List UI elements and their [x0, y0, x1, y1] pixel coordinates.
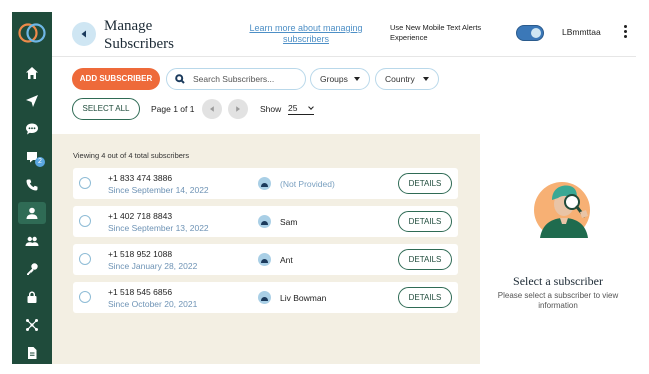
document-icon [28, 347, 37, 359]
subscriber-phone: +1 402 718 8843 [108, 211, 173, 221]
users-icon [25, 236, 39, 246]
chevron-right-icon [236, 106, 240, 112]
groups-dropdown-label: Groups [320, 74, 348, 84]
subscriber-name: (Not Provided) [280, 179, 335, 189]
table-row[interactable]: +1 833 474 3886 Since September 14, 2022… [73, 168, 458, 199]
subscriber-name: Sam [280, 217, 298, 227]
show-label: Show [260, 104, 282, 114]
row-select-radio[interactable] [79, 291, 91, 303]
account-username[interactable]: LBmmttaa [562, 27, 601, 37]
next-page-button[interactable] [228, 99, 248, 119]
subscriber-phone: +1 518 545 6856 [108, 287, 173, 297]
sidebar-item-home[interactable] [18, 62, 46, 84]
row-select-radio[interactable] [79, 215, 91, 227]
details-button[interactable]: DETAILS [398, 211, 452, 232]
search-box[interactable] [166, 68, 306, 90]
header-divider [52, 56, 636, 57]
caret-down-icon [423, 77, 429, 81]
caret-down-icon [354, 77, 360, 81]
sidebar-item-chat[interactable] [18, 118, 46, 140]
details-button[interactable]: DETAILS [398, 287, 452, 308]
search-input[interactable] [193, 74, 303, 84]
row-select-radio[interactable] [79, 253, 91, 265]
mobile-experience-label: Use New Mobile Text Alerts Experience [390, 23, 482, 42]
sidebar-item-inbox[interactable]: 2 [18, 146, 46, 168]
empty-state-subtitle: Please select a subscriber to view infor… [497, 291, 619, 310]
page-title: Manage Subscribers [104, 18, 174, 52]
chevron-down-icon [308, 104, 314, 110]
learn-more-link[interactable]: Learn more about managing subscribers [242, 23, 370, 45]
page-size-value: 25 [288, 103, 298, 113]
select-all-button[interactable]: SELECT ALL [72, 98, 140, 120]
app-window: 2 Manage Subscribers Learn more about ma… [12, 12, 636, 364]
add-subscriber-button[interactable]: ADD SUBSCRIBER [72, 68, 160, 90]
subscriber-name: Liv Bowman [280, 293, 327, 303]
mobile-experience-toggle[interactable] [516, 25, 544, 41]
row-select-radio[interactable] [79, 177, 91, 189]
avatar-icon [258, 215, 271, 228]
sidebar-item-integrations[interactable] [18, 314, 46, 336]
sidebar: 2 [12, 12, 52, 364]
table-row[interactable]: +1 402 718 8843 Since September 13, 2022… [73, 206, 458, 237]
subscriber-since: Since September 13, 2022 [108, 223, 209, 233]
sidebar-item-groups[interactable] [18, 230, 46, 252]
chevron-left-icon [81, 30, 86, 38]
subscriber-phone: +1 518 952 1088 [108, 249, 173, 259]
more-menu-icon[interactable] [622, 25, 628, 39]
home-icon [26, 67, 38, 79]
table-row[interactable]: +1 518 545 6856 Since October 20, 2021 L… [73, 282, 458, 313]
sidebar-item-security[interactable] [18, 286, 46, 308]
subscriber-phone: +1 833 474 3886 [108, 173, 173, 183]
viewing-count: Viewing 4 out of 4 total subscribers [73, 151, 190, 160]
sidebar-item-keywords[interactable] [18, 258, 46, 280]
phone-icon [26, 179, 38, 191]
user-icon [26, 207, 38, 219]
table-row[interactable]: +1 518 952 1088 Since January 28, 2022 A… [73, 244, 458, 275]
subscriber-since: Since September 14, 2022 [108, 185, 209, 195]
inbox-badge: 2 [35, 157, 45, 167]
toggle-knob [531, 28, 541, 38]
country-dropdown[interactable]: Country [375, 68, 439, 90]
app-logo[interactable] [18, 20, 46, 46]
send-icon [26, 95, 38, 107]
page-info: Page 1 of 1 [151, 104, 195, 114]
subscriber-list: Viewing 4 out of 4 total subscribers +1 … [52, 134, 480, 364]
country-dropdown-label: Country [385, 74, 415, 84]
empty-state-title: Select a subscriber [513, 274, 603, 288]
sidebar-item-phone[interactable] [18, 174, 46, 196]
details-button[interactable]: DETAILS [398, 173, 452, 194]
avatar-icon [258, 291, 271, 304]
lock-icon [27, 291, 37, 303]
page-size-select[interactable]: 25 [288, 103, 314, 115]
avatar-icon [258, 253, 271, 266]
details-button[interactable]: DETAILS [398, 249, 452, 270]
chevron-left-icon [210, 106, 214, 112]
chat-icon [26, 123, 38, 135]
subscriber-detail-panel: Select a subscriber Please select a subs… [480, 134, 636, 364]
key-icon [27, 263, 38, 275]
subscriber-since: Since January 28, 2022 [108, 261, 198, 271]
avatar-icon [258, 177, 271, 190]
search-icon [175, 74, 185, 84]
back-button[interactable] [72, 22, 96, 46]
magnifier-person-illustration [534, 182, 590, 238]
integrations-icon [26, 319, 38, 331]
previous-page-button[interactable] [202, 99, 222, 119]
sidebar-item-send[interactable] [18, 90, 46, 112]
subscriber-name: Ant [280, 255, 293, 265]
sidebar-item-subscribers[interactable] [18, 202, 46, 224]
groups-dropdown[interactable]: Groups [310, 68, 370, 90]
sidebar-item-documents[interactable] [18, 342, 46, 364]
subscriber-since: Since October 20, 2021 [108, 299, 198, 309]
